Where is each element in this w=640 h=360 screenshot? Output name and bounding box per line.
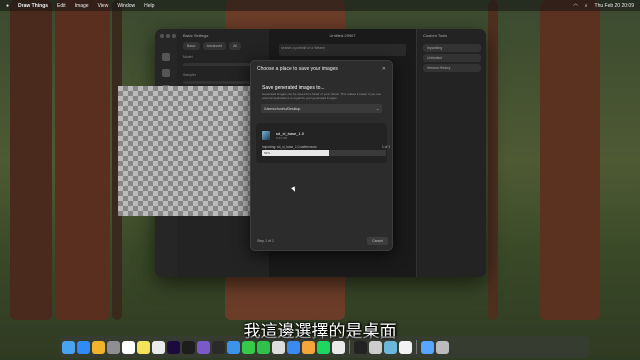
transparent-canvas[interactable] [118, 86, 258, 216]
finder-icon[interactable] [62, 340, 75, 354]
app-name-menu[interactable]: Draw Things [18, 3, 48, 9]
progress-fill: 54% [262, 150, 329, 156]
text-icon[interactable] [369, 340, 382, 354]
import-label: Importing: sd_xl_base_1.0.safetensors [262, 145, 317, 149]
script-icon[interactable] [162, 69, 170, 77]
import-status: Importing: sd_xl_base_1.0.safetensors 1 … [262, 145, 390, 149]
inpainting-button[interactable]: Inpainting [423, 44, 481, 52]
reminders-icon[interactable] [152, 340, 165, 354]
davinci-icon[interactable] [182, 340, 195, 354]
tree-trunk [540, 0, 600, 320]
document-title: Untitled-29907 [329, 33, 356, 38]
menu-image[interactable]: Image [75, 3, 89, 9]
import-count: 1 of 1 [382, 145, 390, 149]
apple-icon[interactable]: ● [6, 3, 9, 9]
menu-bar: ● Draw Things Edit Image View Window Hel… [0, 0, 640, 11]
chrome-icon[interactable] [92, 340, 105, 354]
dock-separator [416, 340, 417, 354]
notes-icon[interactable] [137, 340, 150, 354]
clock[interactable]: Thu Feb 20 20:09 [595, 3, 634, 9]
premiere-icon[interactable] [167, 340, 180, 354]
typora-icon[interactable] [212, 340, 225, 354]
settings-tabs: Basic Advanced All [177, 42, 269, 50]
chevron-down-icon: ⌄ [376, 106, 379, 111]
chatgpt-icon[interactable] [332, 340, 345, 354]
menu-help[interactable]: Help [144, 3, 154, 9]
menu-edit[interactable]: Edit [57, 3, 66, 9]
unlimited-toggle[interactable]: Unlimited [423, 54, 481, 62]
import-progress-bar: 54% [262, 150, 386, 156]
step-indicator: Step 1 of 1 [257, 239, 274, 243]
save-path-value: /Users/chunhu/Desktop [264, 106, 301, 111]
folder-icon[interactable] [227, 340, 240, 354]
settings-icon[interactable] [107, 340, 120, 354]
dock-separator [349, 340, 350, 354]
save-path-select[interactable]: /Users/chunhu/Desktop ⌄ [261, 104, 382, 113]
dialog-description: Generated images can be saved to a folde… [262, 92, 382, 100]
calendar-icon[interactable] [122, 340, 135, 354]
model-size: 6.94 GB [276, 136, 288, 140]
safari-icon[interactable] [77, 340, 90, 354]
cancel-button[interactable]: Cancel [367, 237, 388, 245]
minimize-button[interactable] [166, 34, 170, 38]
wifi-icon[interactable]: ◠ [573, 3, 577, 9]
tree-trunk [488, 0, 498, 320]
search-icon[interactable]: ⌕ [585, 3, 588, 9]
menu-view[interactable]: View [98, 3, 109, 9]
prompt-input[interactable]: search a portrait of a Wearin [279, 44, 406, 56]
dialog-title: Choose a place to save your images [257, 66, 338, 72]
right-panel-title: Custom Tools [423, 33, 448, 38]
settings-icon[interactable] [162, 53, 170, 61]
menu-window[interactable]: Window [117, 3, 135, 9]
close-button[interactable] [160, 34, 164, 38]
tab-basic[interactable]: Basic [183, 42, 200, 50]
import-card: sd_xl_base_1.0 6.94 GB Importing: sd_xl_… [256, 123, 390, 163]
version-history[interactable]: Version History [423, 64, 481, 72]
trash-icon[interactable] [436, 340, 449, 354]
right-panel: Custom Tools Inpainting Unlimited Versio… [416, 29, 486, 277]
close-icon[interactable]: ✕ [382, 66, 386, 72]
tab-advanced[interactable]: Advanced [202, 42, 227, 50]
messages-icon[interactable] [242, 340, 255, 354]
fontbook-icon[interactable] [272, 340, 285, 354]
tab-all[interactable]: All [229, 42, 242, 50]
model-thumbnail [262, 131, 270, 140]
zoom-button[interactable] [172, 34, 176, 38]
tree-trunk [10, 0, 52, 320]
dock [59, 336, 590, 358]
window-controls [160, 34, 176, 38]
dialog-heading: Save generated images to... [262, 85, 325, 91]
settings-title: Basic Settings [183, 33, 209, 38]
capcut-icon[interactable] [399, 340, 412, 354]
spotify-icon[interactable] [317, 340, 330, 354]
drawthings-icon[interactable] [384, 340, 397, 354]
save-location-dialog: Choose a place to save your images ✕ Sav… [250, 60, 393, 251]
facetime-icon[interactable] [257, 340, 270, 354]
terminal-icon[interactable] [354, 340, 367, 354]
obsidian-icon[interactable] [197, 340, 210, 354]
archive-icon[interactable] [421, 340, 434, 354]
photos-icon[interactable] [302, 340, 315, 354]
keynote-icon[interactable] [287, 340, 300, 354]
tree-trunk [55, 0, 110, 320]
